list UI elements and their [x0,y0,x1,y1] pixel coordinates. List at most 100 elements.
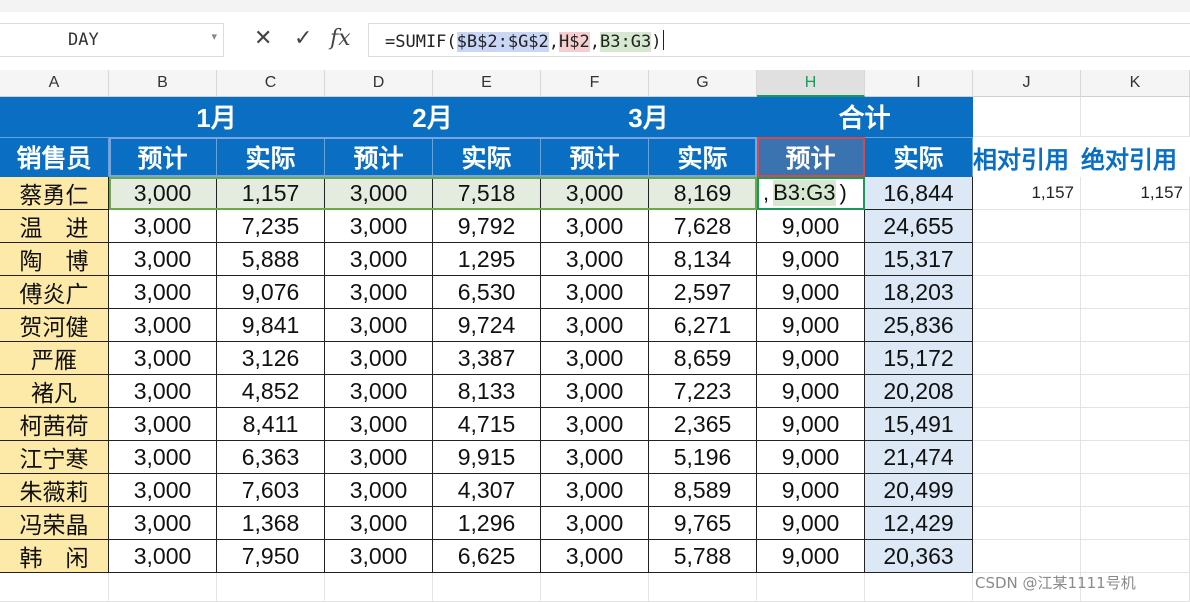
data-cell[interactable]: 8,659 [649,342,757,375]
data-cell[interactable]: 3,387 [433,342,541,375]
data-cell[interactable]: 3,000 [325,474,433,507]
data-cell[interactable]: 3,000 [325,210,433,243]
data-cell[interactable]: 3,000 [541,276,649,309]
total-cell[interactable]: 15,172 [865,342,973,375]
empty-cell[interactable] [649,573,757,602]
name-box[interactable]: DAY ▾ [0,23,224,57]
column-header-i[interactable]: I [865,70,973,97]
total-cell[interactable]: 20,208 [865,375,973,408]
data-cell[interactable]: 3,000 [109,408,217,441]
total-cell[interactable]: 15,491 [865,408,973,441]
column-header-k[interactable]: K [1081,70,1190,97]
data-cell[interactable]: 3,000 [109,507,217,540]
data-cell[interactable]: 1,157 [217,177,325,210]
data-cell[interactable]: 9,000 [757,441,865,474]
empty-cell[interactable] [757,573,865,602]
data-cell[interactable]: 9,000 [757,408,865,441]
empty-cell[interactable] [973,309,1081,342]
data-cell[interactable]: 5,888 [217,243,325,276]
empty-cell[interactable] [1081,243,1190,276]
data-cell[interactable]: 3,000 [109,309,217,342]
empty-cell[interactable] [1081,97,1190,137]
data-cell[interactable]: 9,841 [217,309,325,342]
confirm-icon[interactable]: ✓ [294,26,312,51]
data-cell[interactable]: 6,530 [433,276,541,309]
data-cell[interactable]: 9,000 [757,276,865,309]
data-cell[interactable]: 3,000 [325,309,433,342]
column-header-b[interactable]: B [109,70,217,97]
total-cell[interactable]: 21,474 [865,441,973,474]
data-cell[interactable]: 3,000 [541,210,649,243]
data-cell[interactable]: 3,000 [109,177,217,210]
data-cell[interactable]: 7,518 [433,177,541,210]
data-cell[interactable]: 9,000 [757,540,865,573]
empty-cell[interactable] [973,342,1081,375]
data-cell[interactable]: 9,000 [757,342,865,375]
empty-cell[interactable] [973,97,1081,137]
data-cell[interactable]: 8,411 [217,408,325,441]
data-cell[interactable]: 9,915 [433,441,541,474]
total-cell[interactable]: 15,317 [865,243,973,276]
empty-cell[interactable] [1081,276,1190,309]
data-cell[interactable]: 9,000 [757,309,865,342]
data-cell[interactable]: 5,196 [649,441,757,474]
empty-cell[interactable] [541,573,649,602]
data-cell[interactable]: 3,000 [109,375,217,408]
data-cell[interactable]: 3,126 [217,342,325,375]
data-cell[interactable]: 3,000 [109,210,217,243]
data-cell[interactable]: 3,000 [325,177,433,210]
data-cell[interactable]: 3,000 [541,342,649,375]
total-cell[interactable]: 12,429 [865,507,973,540]
data-cell[interactable]: 6,625 [433,540,541,573]
empty-cell[interactable] [973,210,1081,243]
data-cell[interactable]: 3,000 [109,243,217,276]
data-cell[interactable]: 3,000 [109,540,217,573]
empty-cell[interactable] [1081,375,1190,408]
column-header-h[interactable]: H [757,70,865,97]
data-cell[interactable]: 3,000 [541,408,649,441]
data-cell[interactable]: 3,000 [325,276,433,309]
data-cell[interactable]: 3,000 [325,408,433,441]
empty-cell[interactable] [973,540,1081,573]
data-cell[interactable]: 9,076 [217,276,325,309]
empty-cell[interactable] [1081,507,1190,540]
data-cell[interactable]: 9,000 [757,375,865,408]
total-cell[interactable]: 25,836 [865,309,973,342]
empty-cell[interactable] [973,276,1081,309]
data-cell[interactable]: 6,363 [217,441,325,474]
reference-result[interactable]: 1,157 [1081,177,1190,210]
empty-cell[interactable] [1081,342,1190,375]
data-cell[interactable]: 3,000 [325,342,433,375]
data-cell[interactable]: 3,000 [325,441,433,474]
reference-result[interactable]: 1,157 [973,177,1081,210]
empty-cell[interactable] [1081,441,1190,474]
data-cell[interactable]: 3,000 [325,375,433,408]
total-cell[interactable]: 20,499 [865,474,973,507]
data-cell[interactable]: 2,365 [649,408,757,441]
data-cell[interactable]: 8,134 [649,243,757,276]
empty-cell[interactable] [1081,540,1190,573]
empty-cell[interactable] [973,441,1081,474]
data-cell[interactable]: 9,000 [757,210,865,243]
data-cell[interactable]: 8,133 [433,375,541,408]
column-header-f[interactable]: F [541,70,649,97]
salesperson-name[interactable]: 贺河健 [0,309,109,342]
empty-cell[interactable] [973,507,1081,540]
empty-cell[interactable] [973,375,1081,408]
empty-cell[interactable] [1081,408,1190,441]
empty-cell[interactable] [0,573,109,602]
data-cell[interactable]: 7,603 [217,474,325,507]
data-cell[interactable]: 4,715 [433,408,541,441]
data-cell[interactable]: 9,000 [757,243,865,276]
salesperson-name[interactable]: 褚凡 [0,375,109,408]
column-header-j[interactable]: J [973,70,1081,97]
data-cell[interactable]: 3,000 [325,243,433,276]
salesperson-name[interactable]: 朱薇莉 [0,474,109,507]
data-cell[interactable]: 3,000 [541,474,649,507]
data-cell[interactable]: 2,597 [649,276,757,309]
data-cell[interactable]: 7,628 [649,210,757,243]
data-cell[interactable]: 3,000 [541,177,649,210]
data-cell[interactable]: 1,296 [433,507,541,540]
data-cell[interactable]: 3,000 [109,342,217,375]
function-icon[interactable]: fx [330,26,351,51]
